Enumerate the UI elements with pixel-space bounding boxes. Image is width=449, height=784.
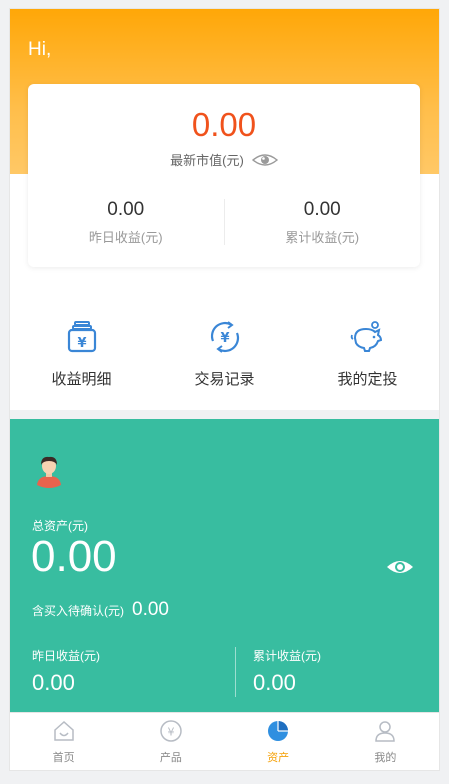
stat-label: 昨日收益(元): [88, 230, 163, 245]
pending-label: 含买入待确认(元): [32, 604, 124, 618]
tab-label: 产品: [159, 752, 182, 764]
quick-action-income-details[interactable]: ¥ 收益明细: [10, 319, 153, 399]
cumulative-income-stat: 累计收益(元) 0.00: [253, 647, 321, 696]
tab-label: 资产: [267, 752, 290, 764]
tab-label: 首页: [52, 752, 75, 764]
yuan-circle-icon: ¥: [160, 720, 182, 742]
svg-text:¥: ¥: [167, 726, 174, 739]
market-value-card: 0.00 最新市值(元) 0.00 昨日收益(元) 0.00 累计收益(元): [28, 84, 420, 267]
market-label-row: 最新市值(元): [28, 150, 420, 169]
money-bag-icon: ¥: [67, 321, 96, 353]
svg-text:¥: ¥: [77, 336, 86, 351]
tab-label: 我的: [374, 752, 397, 764]
pending-value: 0.00: [132, 599, 169, 620]
tab-home[interactable]: 首页: [10, 713, 117, 770]
stat-label: 累计收益(元): [253, 649, 321, 663]
stat-value: 0.00: [303, 199, 341, 220]
quick-actions: ¥ 收益明细 ¥ 交易记录 我的定投: [10, 319, 439, 399]
eye-icon[interactable]: [251, 152, 278, 168]
user-icon: [375, 721, 396, 742]
home-icon: [53, 720, 74, 741]
divider: [235, 647, 236, 697]
piggy-bank-icon: [350, 321, 382, 352]
bottom-tab-bar: 首页 ¥ 产品 资产 我的: [10, 712, 439, 770]
asset-stats: 昨日收益(元) 0.00 累计收益(元) 0.00: [10, 647, 439, 699]
asset-summary-panel: 总资产(元) 0.00 含买入待确认(元) 0.00 昨日收益(元) 0.00 …: [10, 419, 439, 712]
avatar[interactable]: [30, 451, 68, 489]
quick-action-label: 收益明细: [51, 371, 112, 388]
tab-products[interactable]: ¥ 产品: [117, 713, 224, 770]
quick-action-my-investment-plan[interactable]: 我的定投: [296, 319, 439, 399]
cumulative-income-stat: 0.00 累计收益(元): [225, 199, 421, 249]
pie-chart-icon: [268, 721, 289, 741]
section-divider: [10, 410, 439, 419]
yesterday-income-stat: 0.00 昨日收益(元): [28, 199, 224, 249]
tab-assets[interactable]: 资产: [225, 713, 332, 770]
pending-confirmation-row: 含买入待确认(元) 0.00: [32, 599, 169, 621]
quick-action-transactions[interactable]: ¥ 交易记录: [153, 319, 296, 399]
quick-action-label: 我的定投: [337, 371, 398, 388]
quick-action-label: 交易记录: [194, 371, 255, 388]
stat-value: 0.00: [253, 670, 296, 695]
yesterday-income-stat: 昨日收益(元) 0.00: [32, 647, 100, 696]
svg-text:¥: ¥: [220, 331, 229, 346]
app-screen: Hi, 0.00 最新市值(元) 0.00 昨日收益(元) 0.00 累计收益(…: [10, 9, 439, 770]
stat-label: 昨日收益(元): [32, 649, 100, 663]
yuan-refresh-icon: ¥: [210, 321, 239, 353]
total-assets-value: 0.00: [31, 532, 117, 581]
greeting-text: Hi,: [28, 39, 52, 60]
stat-value: 0.00: [107, 199, 145, 220]
tab-mine[interactable]: 我的: [332, 713, 439, 770]
market-value: 0.00: [191, 106, 257, 143]
eye-icon[interactable]: [386, 558, 414, 576]
stat-value: 0.00: [32, 670, 75, 695]
market-value-label: 最新市值(元): [170, 153, 244, 168]
stat-label: 累计收益(元): [285, 230, 360, 245]
card-stats: 0.00 昨日收益(元) 0.00 累计收益(元): [28, 199, 420, 249]
